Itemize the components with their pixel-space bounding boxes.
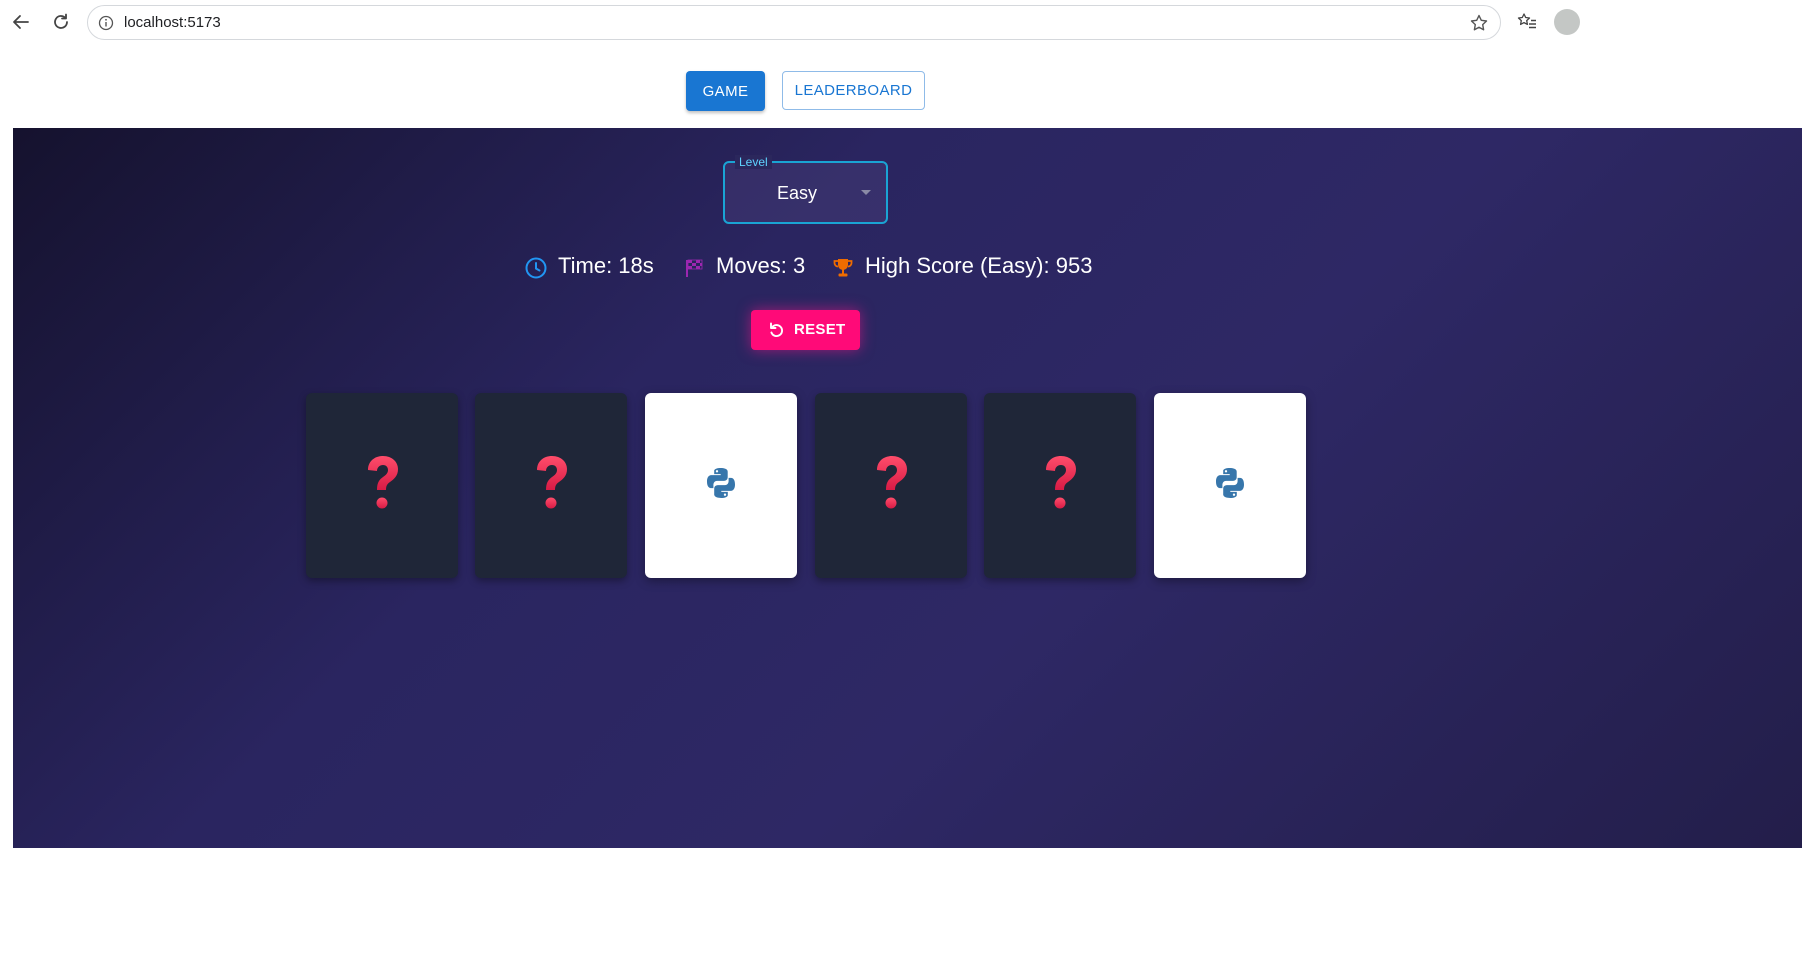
memory-card[interactable] xyxy=(1154,393,1306,578)
info-icon[interactable] xyxy=(97,14,115,32)
trophy-icon xyxy=(831,256,855,280)
dropdown-caret-icon[interactable] xyxy=(861,190,871,195)
memory-card[interactable] xyxy=(815,393,967,578)
level-select-value[interactable]: Easy xyxy=(777,183,817,204)
restart-icon xyxy=(767,320,787,340)
reload-icon[interactable] xyxy=(49,10,73,34)
browser-toolbar: localhost:5173 xyxy=(0,0,1802,45)
python-logo-icon xyxy=(704,466,738,505)
checkered-flag-icon xyxy=(682,256,706,280)
clock-icon xyxy=(524,256,548,280)
time-stat: Time: 18s xyxy=(558,253,654,278)
game-tab-button[interactable]: GAME xyxy=(686,71,765,111)
question-mark-icon xyxy=(531,454,571,517)
address-bar[interactable]: localhost:5173 xyxy=(87,5,1501,40)
memory-card[interactable] xyxy=(306,393,458,578)
level-select-label: Level xyxy=(735,155,772,169)
back-arrow-icon[interactable] xyxy=(9,10,33,34)
leaderboard-tab-button[interactable]: LEADERBOARD xyxy=(782,71,925,110)
memory-card[interactable] xyxy=(984,393,1136,578)
high-score-stat: High Score (Easy): 953 xyxy=(865,253,1093,278)
python-logo-icon xyxy=(1213,466,1247,505)
moves-stat: Moves: 3 xyxy=(716,253,806,278)
question-mark-icon xyxy=(362,454,402,517)
url-text[interactable]: localhost:5173 xyxy=(124,14,221,31)
question-mark-icon xyxy=(871,454,911,517)
favorites-list-icon[interactable] xyxy=(1515,10,1539,34)
question-mark-icon xyxy=(1040,454,1080,517)
memory-card[interactable] xyxy=(475,393,627,578)
memory-card[interactable] xyxy=(645,393,797,578)
star-icon[interactable] xyxy=(1468,12,1490,34)
profile-avatar[interactable] xyxy=(1554,9,1580,35)
reset-button[interactable]: RESET xyxy=(751,310,860,350)
page-bottom-margin xyxy=(0,848,1802,977)
reset-button-label: RESET xyxy=(794,321,846,338)
